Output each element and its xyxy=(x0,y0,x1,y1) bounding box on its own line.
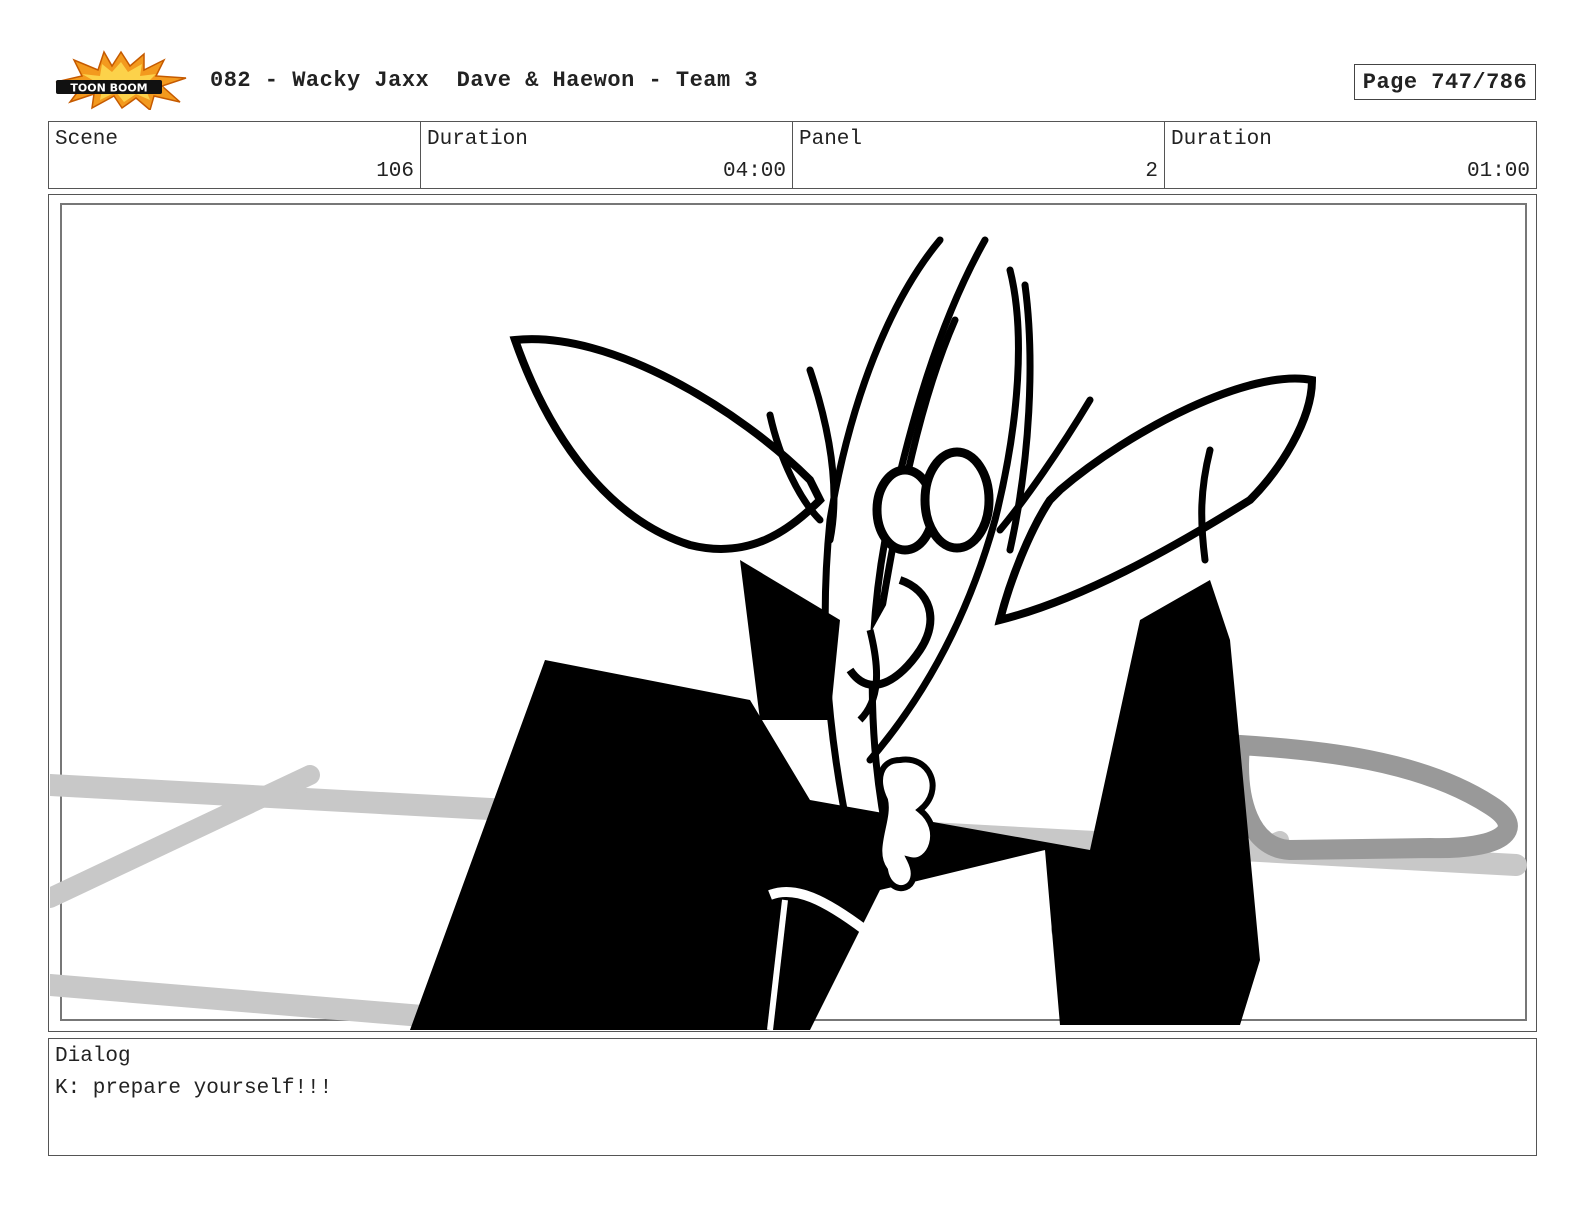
toon-boom-logo-icon: TOON BOOM xyxy=(52,50,190,112)
panel-value: 2 xyxy=(1145,160,1158,183)
scene-duration-label: Duration xyxy=(427,128,528,151)
logo-text: TOON BOOM xyxy=(70,82,147,95)
scene-duration-value: 04:00 xyxy=(722,160,786,183)
panel-duration-value: 01:00 xyxy=(1466,160,1530,183)
panel-duration-label: Duration xyxy=(1171,128,1272,151)
page-indicator: Page 747/786 xyxy=(1354,64,1536,100)
panel-info-row: Scene 106 Duration 04:00 Panel 2 Duratio… xyxy=(48,121,1537,189)
scene-value: 106 xyxy=(376,160,414,183)
dialog-label: Dialog xyxy=(55,1045,131,1068)
dialog-box: Dialog K: prepare yourself!!! xyxy=(48,1038,1537,1156)
scene-duration-cell: Duration 04:00 xyxy=(421,122,793,188)
panel-cell: Panel 2 xyxy=(793,122,1165,188)
storyboard-sketch-character-icon xyxy=(39,200,1536,1031)
board-title: 082 - Wacky Jaxx Dave & Haewon - Team 3 xyxy=(210,68,759,93)
scene-label: Scene xyxy=(55,128,119,151)
panel-label: Panel xyxy=(799,128,863,151)
dialog-text: K: prepare yourself!!! xyxy=(55,1077,333,1100)
panel-duration-cell: Duration 01:00 xyxy=(1165,122,1536,188)
scene-cell: Scene 106 xyxy=(49,122,421,188)
